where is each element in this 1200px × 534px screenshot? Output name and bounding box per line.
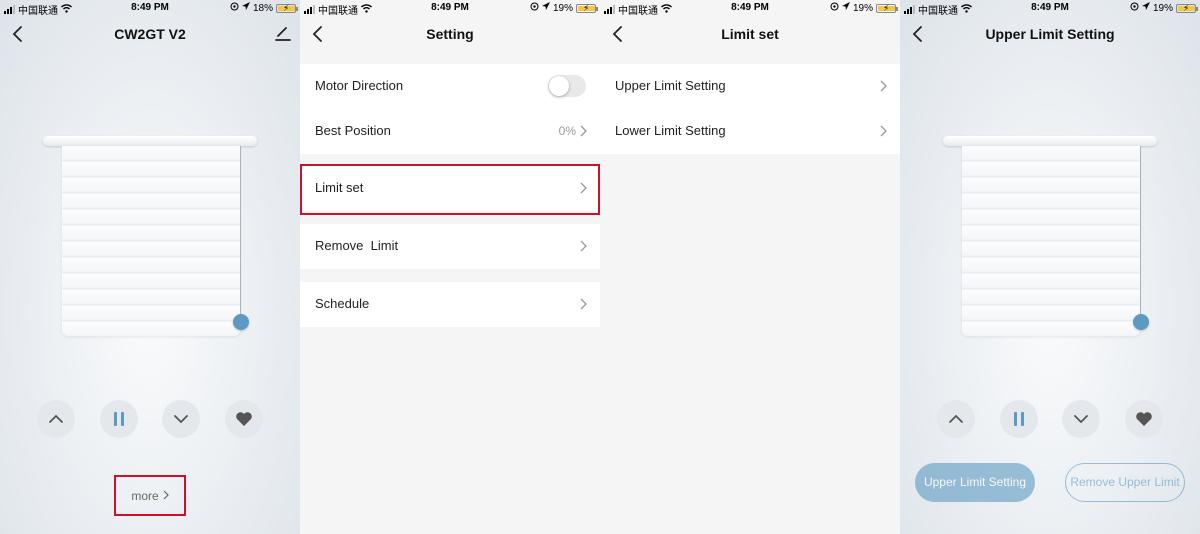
row-label: Lower Limit Setting <box>615 123 726 138</box>
row-label: Upper Limit Setting <box>615 78 726 93</box>
blind-illustration <box>43 134 257 339</box>
settings-group: Motor Direction Best Position 0% <box>300 64 600 154</box>
status-right: 19% ⚡ <box>1130 2 1198 14</box>
status-bar: 中国联通 8:49 PM 19% ⚡ <box>900 0 1200 17</box>
schedule-row[interactable]: Schedule <box>300 282 600 327</box>
more-button[interactable]: more <box>114 475 186 516</box>
status-right: 19% ⚡ <box>830 2 898 14</box>
status-right: 19% ⚡ <box>530 2 598 14</box>
location-icon <box>230 2 239 14</box>
lower-limit-setting-row[interactable]: Lower Limit Setting <box>600 109 900 154</box>
limit-options-group: Upper Limit Setting Lower Limit Setting <box>600 64 900 154</box>
chevron-up-icon <box>49 414 63 423</box>
best-position-value: 0% <box>558 124 576 138</box>
favorite-button[interactable] <box>225 400 263 438</box>
chevron-up-icon <box>949 414 963 423</box>
heart-icon <box>1136 412 1152 426</box>
pause-icon <box>114 412 124 426</box>
status-bar: 中国联通 8:49 PM 18% ⚡ <box>0 0 300 17</box>
status-bar: 中国联通 8:49 PM 19% ⚡ <box>300 0 600 17</box>
chevron-right-icon <box>580 239 588 253</box>
status-right: 18% ⚡ <box>230 2 298 14</box>
location-icon <box>530 2 539 14</box>
pause-button[interactable] <box>100 400 138 438</box>
best-position-row[interactable]: Best Position 0% <box>300 109 600 154</box>
blind-cord <box>1140 146 1141 322</box>
remove-limit-group: Remove Limit <box>300 224 600 269</box>
motor-direction-toggle[interactable] <box>548 75 586 97</box>
blind-illustration <box>943 134 1157 339</box>
open-button[interactable] <box>37 400 75 438</box>
close-button[interactable] <box>1062 400 1100 438</box>
heart-icon <box>236 412 252 426</box>
setting-screen: 中国联通 8:49 PM 19% ⚡ Setting Motor Directi… <box>300 0 600 534</box>
navigation-arrow-icon <box>841 2 850 14</box>
row-label: Schedule <box>315 296 370 311</box>
row-label: Best Position <box>315 123 391 138</box>
remove-upper-limit-button[interactable]: Remove Upper Limit <box>1065 463 1185 502</box>
battery-icon: ⚡ <box>876 3 898 13</box>
upper-limit-setting-screen: 中国联通 8:49 PM 19% ⚡ Upper Limit Setting U… <box>900 0 1200 534</box>
chevron-right-icon <box>163 489 169 503</box>
favorite-button[interactable] <box>1125 400 1163 438</box>
battery-percent: 19% <box>552 2 573 14</box>
chevron-down-icon <box>1074 415 1088 424</box>
battery-percent: 19% <box>852 2 873 14</box>
nav-bar: Limit set <box>600 18 900 50</box>
position-slider-handle[interactable] <box>1133 314 1149 330</box>
nav-bar: CW2GT V2 <box>0 18 300 50</box>
row-label: Motor Direction <box>315 78 404 93</box>
navigation-arrow-icon <box>1141 2 1150 14</box>
page-title: Upper Limit Setting <box>985 26 1115 42</box>
pause-icon <box>1014 412 1024 426</box>
page-title: CW2GT V2 <box>114 26 186 42</box>
upper-limit-setting-button[interactable]: Upper Limit Setting <box>915 463 1035 502</box>
chevron-right-icon <box>880 79 888 93</box>
limit-set-screen: 中国联通 8:49 PM 19% ⚡ Limit set Upper Limit… <box>600 0 900 534</box>
position-slider-handle[interactable] <box>233 314 249 330</box>
blind-rail <box>43 136 257 146</box>
more-label: more <box>131 488 159 503</box>
battery-percent: 19% <box>1152 2 1173 14</box>
location-icon <box>830 2 839 14</box>
schedule-group: Schedule <box>300 282 600 327</box>
location-icon <box>1130 2 1139 14</box>
blind-slats <box>962 146 1140 336</box>
battery-icon: ⚡ <box>276 3 298 13</box>
device-control-screen: 中国联通 8:49 PM 18% ⚡ CW2GT V2 more <box>0 0 300 534</box>
chevron-right-icon <box>580 124 588 138</box>
blind-slats <box>62 146 240 336</box>
remove-limit-row[interactable]: Remove Limit <box>300 224 600 269</box>
page-title: Limit set <box>721 26 779 42</box>
row-label: Remove Limit <box>315 238 399 253</box>
navigation-arrow-icon <box>541 2 550 14</box>
status-bar: 中国联通 8:49 PM 19% ⚡ <box>600 0 900 17</box>
blind-cord <box>240 146 241 322</box>
pause-button[interactable] <box>1000 400 1038 438</box>
chevron-down-icon <box>174 415 188 424</box>
nav-bar: Setting <box>300 18 600 50</box>
blind-rail <box>943 136 1157 146</box>
highlight-box <box>300 164 600 215</box>
edit-icon[interactable] <box>274 24 292 42</box>
close-button[interactable] <box>162 400 200 438</box>
nav-bar: Upper Limit Setting <box>900 18 1200 50</box>
navigation-arrow-icon <box>241 2 250 14</box>
upper-limit-setting-row[interactable]: Upper Limit Setting <box>600 64 900 109</box>
chevron-right-icon <box>580 297 588 311</box>
battery-icon: ⚡ <box>576 3 598 13</box>
page-title: Setting <box>426 26 474 42</box>
chevron-right-icon <box>880 124 888 138</box>
open-button[interactable] <box>937 400 975 438</box>
motor-direction-row: Motor Direction <box>300 64 600 109</box>
battery-percent: 18% <box>252 2 273 14</box>
battery-icon: ⚡ <box>1176 3 1198 13</box>
